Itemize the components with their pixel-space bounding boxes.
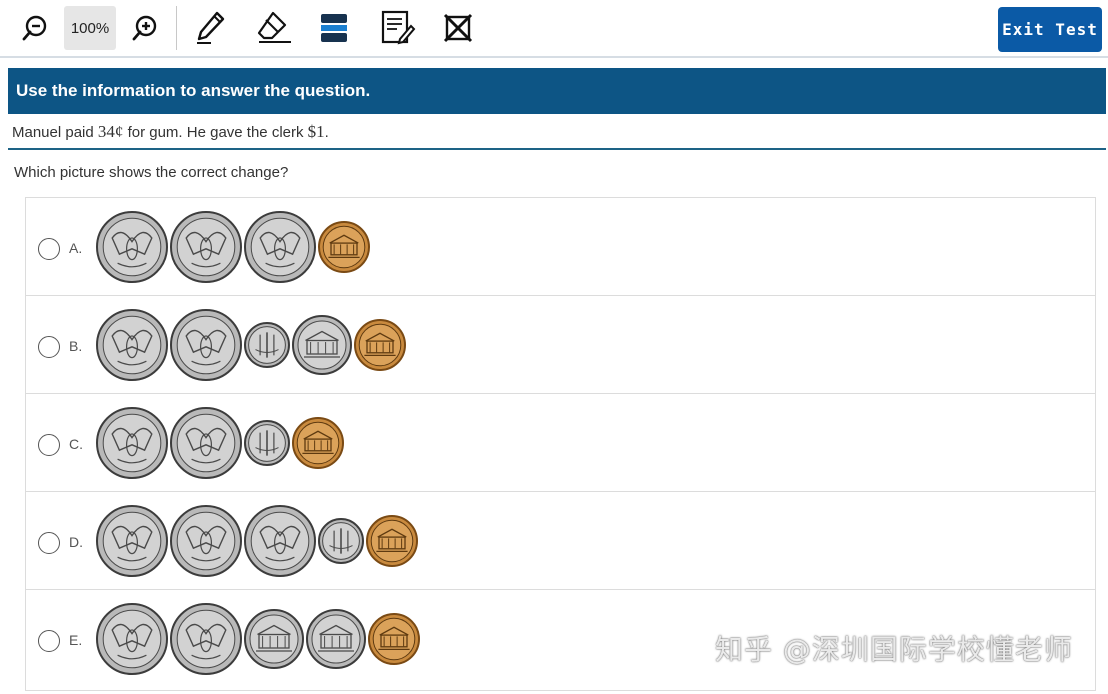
coin-group	[96, 394, 696, 492]
pen-tool-button[interactable]	[188, 6, 232, 50]
penny-coin	[318, 221, 370, 273]
quarter-coin	[170, 505, 242, 577]
option-letter: C.	[69, 436, 83, 452]
stimulus-text-middle: for gum. He gave the clerk	[123, 124, 308, 141]
exit-test-button[interactable]: Exit Test	[998, 7, 1102, 52]
quarter-coin	[170, 603, 242, 675]
answer-options: A. B. C. D. E.	[25, 197, 1096, 691]
zoom-in-button[interactable]	[124, 6, 166, 50]
watermark: 知乎 @深圳国际学校懂老师	[715, 633, 1073, 666]
dime-coin	[244, 420, 290, 466]
penny-coin	[366, 515, 418, 567]
quarter-coin	[170, 309, 242, 381]
coin-group	[96, 590, 696, 688]
zoom-in-icon	[132, 15, 157, 41]
stimulus-text-before: Manuel paid	[12, 124, 98, 141]
radio-button[interactable]	[38, 630, 60, 652]
penny-coin	[368, 613, 420, 665]
quarter-coin	[96, 211, 168, 283]
answer-eliminator-button[interactable]	[436, 6, 480, 50]
toolbar: 100% Exit Test	[0, 0, 1108, 58]
stimulus-divider	[8, 148, 1106, 150]
notepad-button[interactable]	[376, 6, 420, 50]
line-reader-icon	[321, 14, 347, 42]
quarter-coin	[96, 407, 168, 479]
option-d[interactable]: D.	[26, 492, 1095, 590]
eraser-icon	[257, 11, 291, 43]
radio-button[interactable]	[38, 434, 60, 456]
line-reader-button[interactable]	[312, 6, 356, 50]
zoom-out-button[interactable]	[14, 6, 56, 50]
option-b[interactable]: B.	[26, 296, 1095, 394]
dime-coin	[244, 322, 290, 368]
pen-icon	[197, 11, 225, 44]
radio-button[interactable]	[38, 238, 60, 260]
radio-button[interactable]	[38, 532, 60, 554]
notepad-icon	[381, 10, 416, 45]
penny-coin	[292, 417, 344, 469]
option-a[interactable]: A.	[26, 198, 1095, 296]
radio-button[interactable]	[38, 336, 60, 358]
quarter-coin	[96, 603, 168, 675]
quarter-coin	[96, 309, 168, 381]
quarter-coin	[244, 211, 316, 283]
question-prompt: Which picture shows the correct change?	[14, 164, 289, 181]
zoom-out-icon	[22, 15, 47, 41]
stimulus-text-after: .	[324, 124, 329, 141]
option-letter: A.	[69, 240, 83, 256]
eraser-tool-button[interactable]	[252, 6, 296, 50]
zoom-level: 100%	[64, 6, 116, 50]
option-letter: D.	[69, 534, 83, 550]
nickel-coin	[292, 315, 352, 375]
quarter-coin	[170, 407, 242, 479]
quarter-coin	[244, 505, 316, 577]
dime-coin	[318, 518, 364, 564]
coin-group	[96, 198, 696, 296]
quarter-coin	[96, 505, 168, 577]
amount-paid: 34¢	[97, 122, 124, 141]
stimulus-text: Manuel paid 34¢ for gum. He gave the cle…	[12, 122, 329, 142]
option-letter: B.	[69, 338, 83, 354]
option-letter: E.	[69, 632, 83, 648]
toolbar-divider	[176, 6, 177, 50]
coin-group	[96, 296, 696, 394]
amount-given: $1	[307, 122, 325, 141]
option-c[interactable]: C.	[26, 394, 1095, 492]
nickel-coin	[244, 609, 304, 669]
nickel-coin	[306, 609, 366, 669]
penny-coin	[354, 319, 406, 371]
coin-group	[96, 492, 696, 590]
stimulus-header: Use the information to answer the questi…	[8, 68, 1106, 114]
answer-eliminator-icon	[443, 13, 473, 43]
quarter-coin	[170, 211, 242, 283]
